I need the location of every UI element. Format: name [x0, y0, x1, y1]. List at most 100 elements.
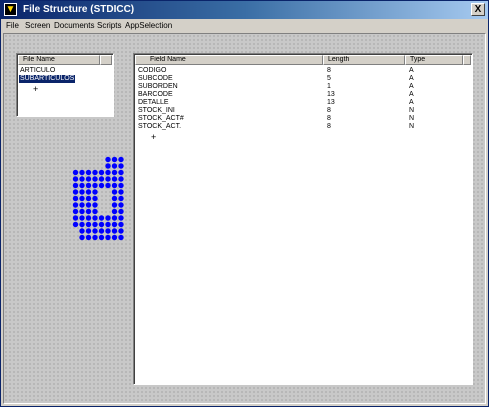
file-item-subarticulos[interactable]: SUBARTICULOS — [19, 75, 76, 83]
field-type-cell[interactable]: A — [409, 67, 414, 75]
length-column-header[interactable]: Length — [323, 55, 405, 65]
menu-bar: File Screen Documents Scripts AppSelecti… — [1, 19, 488, 32]
field-name-cell[interactable]: STOCK_INI — [138, 107, 175, 115]
field-type-cell[interactable]: N — [409, 115, 414, 123]
blue-dot — [118, 221, 124, 228]
blue-dot — [85, 228, 92, 234]
field-name-cell[interactable]: STOCK_ACT# — [138, 115, 184, 123]
field-length-cell[interactable]: 8 — [327, 115, 331, 123]
blue-dot — [111, 202, 118, 208]
blue-dot — [92, 176, 98, 182]
blue-dot — [111, 195, 118, 202]
menu-scripts[interactable]: Scripts — [97, 20, 121, 31]
blue-dot — [118, 182, 124, 189]
menu-appselection[interactable]: AppSelection — [125, 20, 172, 31]
field-type-cell[interactable]: A — [409, 83, 414, 91]
blue-dot — [118, 195, 124, 202]
blue-dot — [79, 202, 85, 208]
field-name-cell[interactable]: SUBORDEN — [138, 83, 178, 91]
blue-dot-pattern-icon — [72, 156, 124, 241]
blue-dot — [85, 208, 92, 215]
field-name-cell[interactable]: SUBCODE — [138, 75, 173, 83]
blue-dot — [79, 208, 85, 215]
blue-dot — [105, 169, 111, 176]
blue-dot — [105, 215, 111, 221]
blue-dot — [118, 202, 124, 208]
close-button[interactable]: X — [471, 3, 485, 16]
title-bar[interactable]: ▼ File Structure (STDICC) X — [1, 1, 488, 19]
menu-documents[interactable]: Documents — [54, 20, 94, 31]
file-name-column-header[interactable]: File Name — [18, 55, 100, 65]
blue-dot — [92, 169, 98, 176]
field-length-cell[interactable]: 13 — [327, 99, 335, 107]
blue-dot — [105, 234, 111, 241]
blue-dot — [118, 234, 124, 241]
blue-dot — [118, 169, 124, 176]
blue-dot — [92, 215, 98, 221]
field-name-cell[interactable]: DETALLE — [138, 99, 169, 107]
blue-dot — [92, 234, 98, 241]
field-length-cell[interactable]: 1 — [327, 83, 331, 91]
blue-dot — [72, 182, 79, 189]
add-field-button[interactable]: + — [151, 133, 156, 142]
file-item-articulo[interactable]: ARTICULO — [20, 67, 55, 75]
blue-dot — [79, 176, 85, 182]
field-length-cell[interactable]: 8 — [327, 67, 331, 75]
blue-dot — [118, 156, 124, 163]
field-type-cell[interactable]: A — [409, 75, 414, 83]
blue-dot — [85, 182, 92, 189]
blue-dot — [111, 163, 118, 169]
blue-dot — [105, 228, 111, 234]
blue-dot — [111, 176, 118, 182]
field-type-cell[interactable]: N — [409, 123, 414, 131]
field-name-cell[interactable]: CODIGO — [138, 67, 166, 75]
blue-dot — [111, 189, 118, 195]
field-length-cell[interactable]: 5 — [327, 75, 331, 83]
field-type-cell[interactable]: A — [409, 91, 414, 99]
blue-dot — [98, 215, 105, 221]
window-title: File Structure (STDICC) — [23, 4, 135, 15]
blue-dot — [72, 202, 79, 208]
menu-file[interactable]: File — [6, 20, 19, 31]
field-name-column-header[interactable]: Field Name — [135, 55, 323, 65]
field-length-cell[interactable]: 13 — [327, 91, 335, 99]
menu-screen[interactable]: Screen — [25, 20, 50, 31]
field-length-cell[interactable]: 8 — [327, 107, 331, 115]
app-logo-icon: ▼ — [4, 3, 17, 16]
blue-dot — [98, 234, 105, 241]
blue-dot — [79, 221, 85, 228]
add-file-button[interactable]: + — [33, 85, 38, 94]
blue-dot — [111, 221, 118, 228]
blue-dot — [72, 215, 79, 221]
blue-dot — [85, 234, 92, 241]
fields-grid-panel: Field Name Length Type CODIGO 8 A SUBCOD… — [133, 53, 473, 385]
blue-dot — [118, 228, 124, 234]
field-name-cell[interactable]: BARCODE — [138, 91, 173, 99]
field-name-cell[interactable]: STOCK_ACT. — [138, 123, 181, 131]
blue-dot — [79, 195, 85, 202]
blue-dot — [72, 221, 79, 228]
blue-dot — [92, 189, 98, 195]
blue-dot — [79, 215, 85, 221]
blue-dot — [92, 208, 98, 215]
file-structure-window: ▼ File Structure (STDICC) X File Screen … — [0, 0, 489, 407]
blue-dot — [105, 176, 111, 182]
blue-dot — [79, 228, 85, 234]
field-type-cell[interactable]: A — [409, 99, 414, 107]
blue-dot — [79, 234, 85, 241]
field-type-cell[interactable]: N — [409, 107, 414, 115]
blue-dot — [111, 228, 118, 234]
blue-dot — [111, 156, 118, 163]
blue-dot — [118, 189, 124, 195]
blue-dot — [105, 163, 111, 169]
type-column-header[interactable]: Type — [405, 55, 463, 65]
blue-dot — [72, 169, 79, 176]
blue-dot — [98, 169, 105, 176]
blue-dot — [72, 176, 79, 182]
blue-dot — [118, 176, 124, 182]
blue-dot — [98, 221, 105, 228]
field-length-cell[interactable]: 8 — [327, 123, 331, 131]
blue-dot — [118, 208, 124, 215]
blue-dot — [111, 208, 118, 215]
blue-dot — [85, 202, 92, 208]
